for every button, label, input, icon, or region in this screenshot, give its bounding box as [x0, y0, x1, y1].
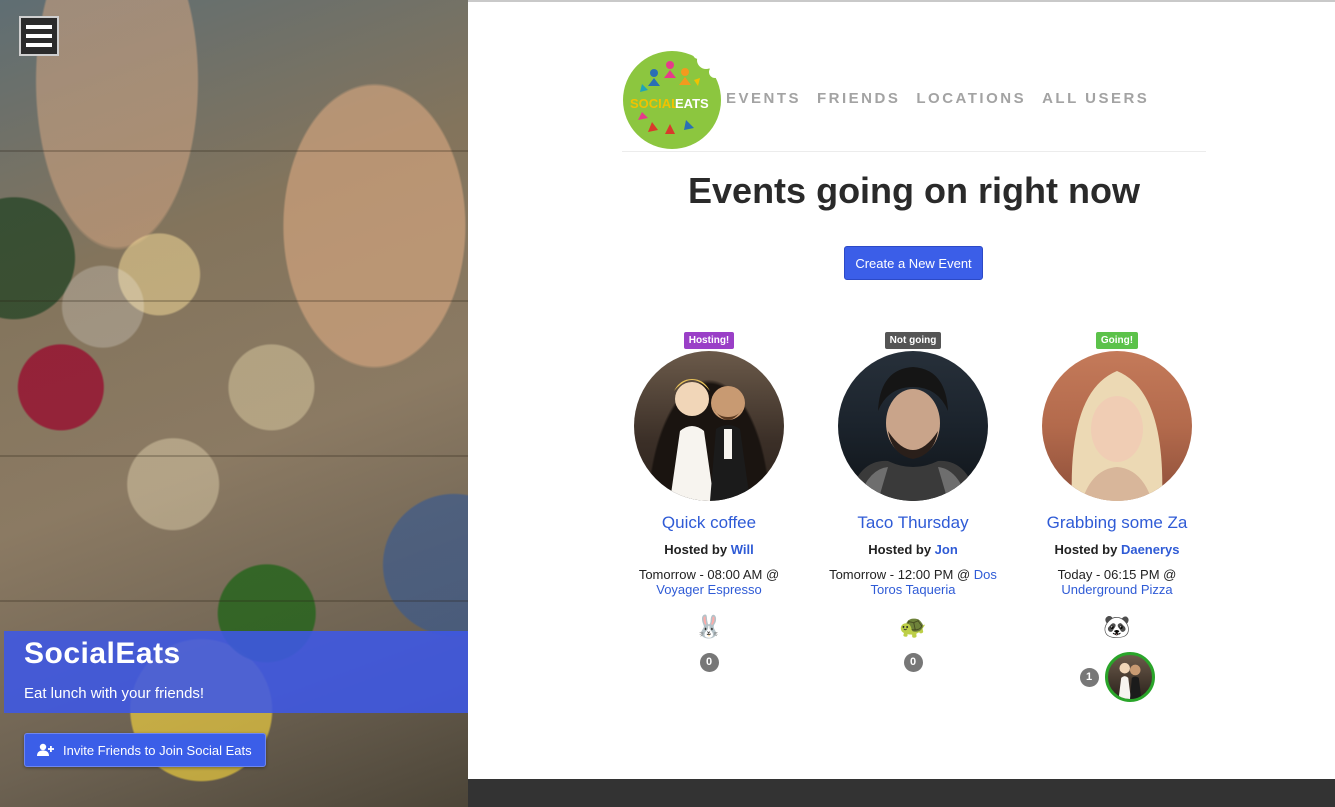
event-time: Tomorrow - 12:00 PM @ — [829, 567, 971, 582]
event-host: Hosted by Daenerys — [1027, 542, 1207, 557]
attendee-avatar-image — [1118, 662, 1141, 699]
event-photo[interactable] — [634, 351, 784, 501]
event-host: Hosted by Jon — [823, 542, 1003, 557]
hosted-by-label: Hosted by — [868, 542, 932, 557]
host-link[interactable]: Will — [731, 542, 754, 557]
table-plank-line — [0, 300, 468, 302]
status-badge: Not going — [884, 332, 942, 349]
event-title[interactable]: Grabbing some Za — [1027, 513, 1207, 533]
event-photo[interactable] — [838, 351, 988, 501]
table-plank-line — [0, 150, 468, 152]
event-when: Today - 06:15 PM @ Underground Pizza — [1027, 567, 1207, 597]
menu-icon-bar — [26, 43, 52, 47]
nav-locations[interactable]: LOCATIONS — [916, 90, 1026, 107]
event-when: Tomorrow - 12:00 PM @ Dos Toros Taqueria — [823, 567, 1003, 597]
hero-panel: SocialEats Eat lunch with your friends! … — [0, 0, 468, 807]
status-badge: Going! — [1095, 332, 1139, 349]
top-divider — [468, 0, 1335, 2]
event-time: Tomorrow - 08:00 AM @ — [638, 567, 780, 582]
attendee-row: 1 — [1027, 652, 1207, 702]
panda-icon: 🐼 — [1103, 614, 1131, 639]
attendee-count-badge: 0 — [699, 653, 719, 672]
turtle-icon: 🐢 — [899, 614, 927, 639]
nav-friends[interactable]: FRIENDS — [817, 90, 900, 107]
event-time: Today - 06:15 PM @ — [1057, 567, 1177, 582]
event-title[interactable]: Taco Thursday — [823, 513, 1003, 533]
event-photo[interactable] — [1042, 351, 1192, 501]
location-link[interactable]: Underground Pizza — [1061, 582, 1172, 597]
create-event-button[interactable]: Create a New Event — [844, 246, 983, 280]
daenerys-portrait-image — [1071, 371, 1163, 501]
main-nav: EVENTS FRIENDS LOCATIONS ALL USERS — [726, 90, 1149, 107]
rabbit-icon: 🐰 — [695, 614, 723, 639]
table-plank-line — [0, 455, 468, 457]
event-card: Not going Taco Thursday Hosted by Jon To… — [823, 330, 1003, 701]
page-title: Events going on right now — [688, 170, 1140, 211]
hamburger-menu-button[interactable] — [19, 16, 59, 56]
add-user-icon — [37, 743, 54, 756]
attendee-count-badge: 0 — [903, 653, 923, 672]
event-card: Going! Grabbing some Za Hosted by Daener… — [1027, 330, 1207, 702]
event-card: Hosting! Quick coffee Hosted by Will Tom… — [619, 330, 799, 701]
event-host: Hosted by Will — [619, 542, 799, 557]
socialeats-logo[interactable]: SOCIAL EATS — [622, 50, 722, 150]
hosted-by-label: Hosted by — [1054, 542, 1118, 557]
nav-all-users[interactable]: ALL USERS — [1042, 90, 1149, 107]
attendee-row: 0 — [619, 653, 799, 701]
attendee-avatar[interactable] — [1104, 652, 1155, 702]
logo-text-eats: EATS — [675, 96, 709, 111]
status-badge: Hosting! — [683, 332, 735, 349]
logo-text-social: SOCIAL — [630, 96, 679, 111]
host-link[interactable]: Jon — [935, 542, 958, 557]
location-link[interactable]: Voyager Espresso — [656, 582, 762, 597]
site-header: SOCIAL EATS EVENTS FRIENDS LOCATIONS ALL… — [622, 44, 1206, 152]
hero-subtitle: Eat lunch with your friends! — [24, 685, 205, 702]
hero-title: SocialEats — [24, 637, 181, 670]
attendee-count-badge: 1 — [1079, 667, 1099, 687]
invite-friends-label: Invite Friends to Join Social Eats — [63, 742, 252, 758]
hosted-by-label: Hosted by — [664, 542, 728, 557]
cake-topper-image — [670, 379, 750, 501]
host-link[interactable]: Daenerys — [1121, 542, 1180, 557]
menu-icon-bar — [26, 25, 52, 29]
hero-banner: SocialEats Eat lunch with your friends! — [4, 631, 468, 713]
jon-portrait-image — [848, 367, 978, 501]
event-when: Tomorrow - 08:00 AM @ Voyager Espresso — [619, 567, 799, 597]
nav-events[interactable]: EVENTS — [726, 90, 801, 107]
table-plank-line — [0, 600, 468, 602]
invite-friends-button[interactable]: Invite Friends to Join Social Eats — [24, 733, 266, 767]
menu-icon-bar — [26, 34, 52, 38]
event-title[interactable]: Quick coffee — [619, 513, 799, 533]
footer-bar — [468, 779, 1335, 807]
attendee-row: 0 — [823, 653, 1003, 701]
